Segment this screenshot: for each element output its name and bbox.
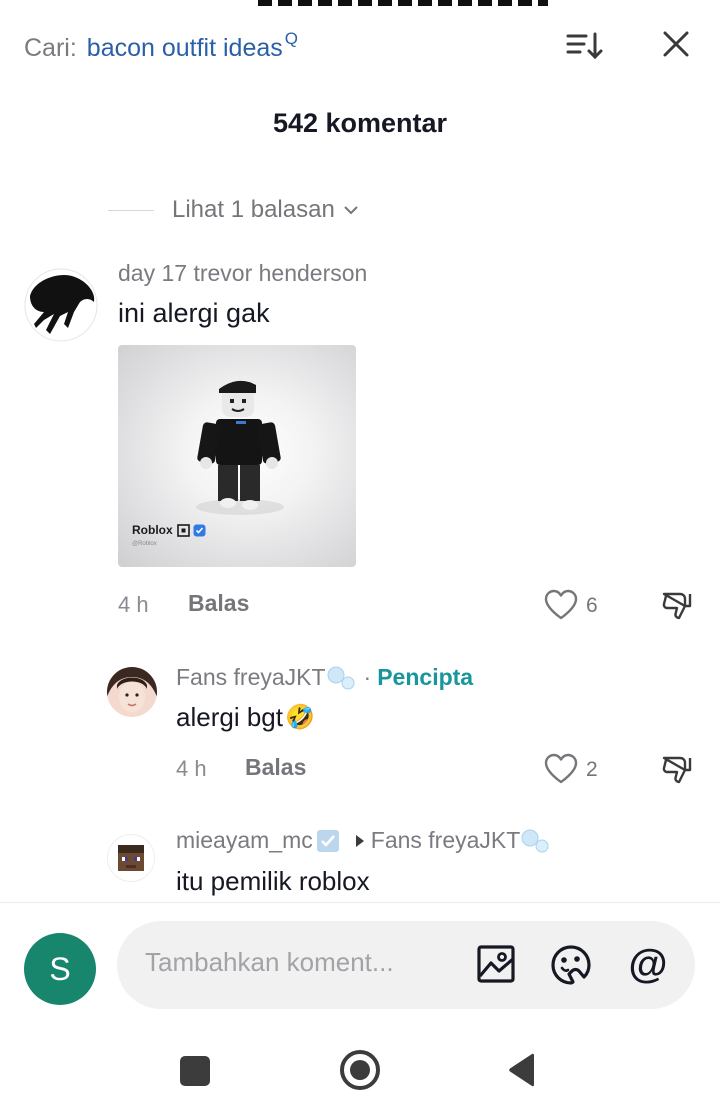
reply-time: 4 h (176, 756, 207, 781)
profile-photo-icon (107, 667, 157, 717)
reply-text: itu pemilik roblox (176, 866, 370, 896)
avatar[interactable] (107, 834, 155, 882)
divider (108, 210, 154, 211)
bubbles-icon (327, 666, 355, 689)
avatar[interactable] (24, 268, 98, 342)
creature-avatar-icon (24, 268, 98, 342)
search-query-link[interactable]: bacon outfit ideas (87, 34, 283, 63)
reply-text: alergi bgt 🤣 (176, 702, 315, 733)
recent-apps-button[interactable] (180, 1056, 210, 1086)
avatar[interactable] (107, 667, 157, 717)
comment-input[interactable]: Tambahkan koment... @ (117, 921, 695, 1009)
search-breadcrumb[interactable]: Cari: bacon outfit ideas Q (24, 29, 299, 66)
like-count: 2 (586, 758, 598, 781)
reply-arrow-icon (355, 834, 364, 847)
comment-image[interactable]: Roblox @Roblox (118, 345, 356, 567)
view-replies-label: Lihat 1 balasan (172, 196, 335, 223)
check-box-icon (316, 829, 339, 852)
status-strip (258, 0, 548, 6)
comment-composer-bar: S Tambahkan koment... @ (0, 902, 720, 1113)
comment-username[interactable]: day 17 trevor henderson (118, 260, 367, 287)
reply-username[interactable]: mieayam_mc (176, 827, 313, 854)
back-button[interactable] (506, 1051, 540, 1089)
reply-username-row: mieayam_mc Fans freyaJKT (176, 827, 550, 854)
reply-to-username[interactable]: Fans freyaJKT (371, 827, 521, 854)
comment-text: ini alergi gak (118, 298, 270, 328)
minecraft-avatar-icon (118, 845, 144, 871)
roblox-name: Roblox (132, 523, 173, 537)
laughing-emoji-icon: 🤣 (284, 704, 315, 731)
reply-button[interactable]: Balas (188, 590, 249, 617)
user-avatar[interactable]: S (24, 933, 96, 1005)
reply-button[interactable]: Balas (245, 754, 306, 781)
close-icon[interactable] (658, 26, 694, 62)
roblox-brand-label: Roblox (132, 523, 206, 537)
heart-icon[interactable] (543, 589, 579, 621)
sort-icon[interactable] (564, 30, 604, 62)
search-prefix: Cari: (24, 33, 77, 62)
home-button[interactable] (338, 1048, 382, 1092)
search-icon: Q (284, 29, 299, 48)
bubbles-icon (521, 829, 549, 852)
reply-username-row: Fans freyaJKT · Pencipta (176, 664, 473, 691)
reply-text-content: alergi bgt (176, 702, 283, 732)
roblox-handle: @Roblox (132, 541, 157, 547)
comment-time: 4 h (118, 592, 149, 617)
reply-username[interactable]: Fans freyaJKT (176, 664, 326, 691)
heart-icon[interactable] (543, 753, 579, 785)
creator-badge: Pencipta (377, 664, 474, 690)
comment-input-placeholder: Tambahkan koment... (145, 947, 394, 977)
separator-dot: · (363, 664, 372, 690)
roblox-logo-icon (176, 523, 190, 537)
like-count: 6 (586, 594, 598, 617)
mention-icon[interactable]: @ (625, 941, 671, 987)
emoji-icon[interactable] (549, 943, 593, 987)
image-icon[interactable] (475, 943, 517, 985)
view-replies-button[interactable]: Lihat 1 balasan (172, 196, 359, 224)
chevron-down-icon (344, 206, 358, 215)
comments-count-title: 542 komentar (272, 108, 448, 138)
dislike-icon[interactable] (660, 752, 694, 786)
dislike-icon[interactable] (660, 588, 694, 622)
verified-icon (193, 524, 206, 536)
